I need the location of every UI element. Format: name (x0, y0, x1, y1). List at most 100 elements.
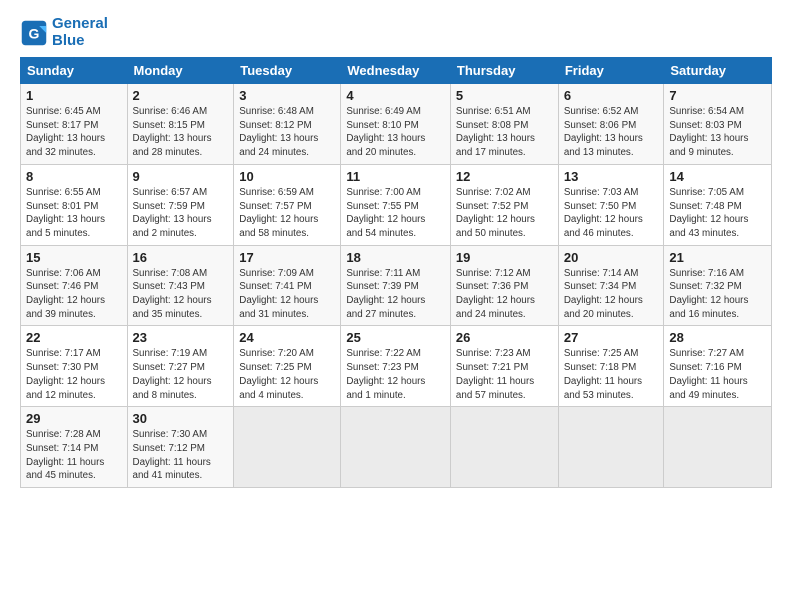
day-detail: Sunrise: 7:25 AM Sunset: 7:18 PM Dayligh… (564, 347, 659, 402)
day-number: 24 (239, 330, 335, 345)
day-number: 22 (26, 330, 122, 345)
calendar-cell: 25Sunrise: 7:22 AM Sunset: 7:23 PM Dayli… (341, 326, 451, 407)
dow-header: Monday (127, 58, 234, 84)
day-number: 19 (456, 250, 553, 265)
calendar-cell: 14 Sunrise: 7:05 AM Sunset: 7:48 PM Dayli… (664, 164, 772, 245)
day-number: 14 (669, 169, 766, 184)
day-detail: Sunrise: 7:20 AM Sunset: 7:25 PM Dayligh… (239, 347, 335, 402)
logo-text: General Blue (52, 16, 108, 49)
day-detail: Sunrise: 6:57 AM Sunset: 7:59 PM Dayligh… (133, 186, 229, 241)
calendar-cell: 2Sunrise: 6:46 AM Sunset: 8:15 PM Daylig… (127, 84, 234, 165)
day-number: 9 (133, 169, 229, 184)
day-number: 7 (669, 88, 766, 103)
dow-header: Thursday (450, 58, 558, 84)
day-number: 13 (564, 169, 659, 184)
calendar-cell: 9 Sunrise: 6:57 AM Sunset: 7:59 PM Daylig… (127, 164, 234, 245)
logo-icon: G (20, 19, 48, 47)
day-detail: Sunrise: 7:23 AM Sunset: 7:21 PM Dayligh… (456, 347, 553, 402)
day-detail: Sunrise: 6:59 AM Sunset: 7:57 PM Dayligh… (239, 186, 335, 241)
day-detail: Sunrise: 7:00 AM Sunset: 7:55 PM Dayligh… (346, 186, 445, 241)
day-detail: Sunrise: 7:09 AM Sunset: 7:41 PM Dayligh… (239, 267, 335, 322)
day-number: 28 (669, 330, 766, 345)
calendar-cell (450, 407, 558, 488)
calendar: SundayMondayTuesdayWednesdayThursdayFrid… (20, 57, 772, 488)
dow-header: Tuesday (234, 58, 341, 84)
day-detail: Sunrise: 7:11 AM Sunset: 7:39 PM Dayligh… (346, 267, 445, 322)
day-number: 6 (564, 88, 659, 103)
day-detail: Sunrise: 6:48 AM Sunset: 8:12 PM Dayligh… (239, 105, 335, 160)
calendar-week-row: 29 Sunrise: 7:28 AM Sunset: 7:14 PM Dayli… (21, 407, 772, 488)
calendar-cell: 27 Sunrise: 7:25 AM Sunset: 7:18 PM Dayli… (558, 326, 664, 407)
svg-text:G: G (29, 25, 40, 41)
calendar-week-row: 8 Sunrise: 6:55 AM Sunset: 8:01 PM Daylig… (21, 164, 772, 245)
calendar-cell: 13 Sunrise: 7:03 AM Sunset: 7:50 PM Dayli… (558, 164, 664, 245)
calendar-cell: 30Sunrise: 7:30 AM Sunset: 7:12 PM Dayli… (127, 407, 234, 488)
calendar-cell: 24 Sunrise: 7:20 AM Sunset: 7:25 PM Dayli… (234, 326, 341, 407)
day-number: 15 (26, 250, 122, 265)
calendar-cell (234, 407, 341, 488)
calendar-cell: 4 Sunrise: 6:49 AM Sunset: 8:10 PM Daylig… (341, 84, 451, 165)
day-number: 30 (133, 411, 229, 426)
day-detail: Sunrise: 7:28 AM Sunset: 7:14 PM Dayligh… (26, 428, 122, 483)
day-detail: Sunrise: 6:55 AM Sunset: 8:01 PM Dayligh… (26, 186, 122, 241)
day-number: 21 (669, 250, 766, 265)
calendar-cell: 22 Sunrise: 7:17 AM Sunset: 7:30 PM Dayli… (21, 326, 128, 407)
calendar-cell (558, 407, 664, 488)
day-number: 20 (564, 250, 659, 265)
day-detail: Sunrise: 7:27 AM Sunset: 7:16 PM Dayligh… (669, 347, 766, 402)
day-number: 27 (564, 330, 659, 345)
day-detail: Sunrise: 6:51 AM Sunset: 8:08 PM Dayligh… (456, 105, 553, 160)
day-detail: Sunrise: 7:06 AM Sunset: 7:46 PM Dayligh… (26, 267, 122, 322)
day-number: 4 (346, 88, 445, 103)
calendar-cell: 17 Sunrise: 7:09 AM Sunset: 7:41 PM Dayli… (234, 245, 341, 326)
calendar-week-row: 22 Sunrise: 7:17 AM Sunset: 7:30 PM Dayli… (21, 326, 772, 407)
calendar-cell: 12 Sunrise: 7:02 AM Sunset: 7:52 PM Dayli… (450, 164, 558, 245)
calendar-cell: 16Sunrise: 7:08 AM Sunset: 7:43 PM Dayli… (127, 245, 234, 326)
calendar-cell: 8 Sunrise: 6:55 AM Sunset: 8:01 PM Daylig… (21, 164, 128, 245)
days-of-week-row: SundayMondayTuesdayWednesdayThursdayFrid… (21, 58, 772, 84)
day-detail: Sunrise: 6:45 AM Sunset: 8:17 PM Dayligh… (26, 105, 122, 160)
day-detail: Sunrise: 7:17 AM Sunset: 7:30 PM Dayligh… (26, 347, 122, 402)
day-number: 17 (239, 250, 335, 265)
day-detail: Sunrise: 7:08 AM Sunset: 7:43 PM Dayligh… (133, 267, 229, 322)
calendar-cell: 6 Sunrise: 6:52 AM Sunset: 8:06 PM Daylig… (558, 84, 664, 165)
calendar-cell: 1Sunrise: 6:45 AM Sunset: 8:17 PM Daylig… (21, 84, 128, 165)
day-detail: Sunrise: 7:22 AM Sunset: 7:23 PM Dayligh… (346, 347, 445, 402)
day-detail: Sunrise: 6:49 AM Sunset: 8:10 PM Dayligh… (346, 105, 445, 160)
dow-header: Saturday (664, 58, 772, 84)
day-detail: Sunrise: 6:52 AM Sunset: 8:06 PM Dayligh… (564, 105, 659, 160)
calendar-cell: 18 Sunrise: 7:11 AM Sunset: 7:39 PM Dayli… (341, 245, 451, 326)
calendar-cell: 23Sunrise: 7:19 AM Sunset: 7:27 PM Dayli… (127, 326, 234, 407)
header: G General Blue (20, 16, 772, 49)
calendar-cell: 5 Sunrise: 6:51 AM Sunset: 8:08 PM Daylig… (450, 84, 558, 165)
day-number: 5 (456, 88, 553, 103)
day-number: 11 (346, 169, 445, 184)
dow-header: Wednesday (341, 58, 451, 84)
calendar-week-row: 15 Sunrise: 7:06 AM Sunset: 7:46 PM Dayli… (21, 245, 772, 326)
calendar-cell: 26Sunrise: 7:23 AM Sunset: 7:21 PM Dayli… (450, 326, 558, 407)
day-number: 12 (456, 169, 553, 184)
day-detail: Sunrise: 7:05 AM Sunset: 7:48 PM Dayligh… (669, 186, 766, 241)
calendar-cell: 7 Sunrise: 6:54 AM Sunset: 8:03 PM Daylig… (664, 84, 772, 165)
calendar-body: 1Sunrise: 6:45 AM Sunset: 8:17 PM Daylig… (21, 84, 772, 488)
day-number: 29 (26, 411, 122, 426)
calendar-cell: 19 Sunrise: 7:12 AM Sunset: 7:36 PM Dayli… (450, 245, 558, 326)
calendar-week-row: 1Sunrise: 6:45 AM Sunset: 8:17 PM Daylig… (21, 84, 772, 165)
calendar-cell: 11 Sunrise: 7:00 AM Sunset: 7:55 PM Dayli… (341, 164, 451, 245)
day-detail: Sunrise: 7:03 AM Sunset: 7:50 PM Dayligh… (564, 186, 659, 241)
day-detail: Sunrise: 7:12 AM Sunset: 7:36 PM Dayligh… (456, 267, 553, 322)
calendar-cell: 21 Sunrise: 7:16 AM Sunset: 7:32 PM Dayli… (664, 245, 772, 326)
day-number: 3 (239, 88, 335, 103)
day-detail: Sunrise: 6:54 AM Sunset: 8:03 PM Dayligh… (669, 105, 766, 160)
day-number: 23 (133, 330, 229, 345)
dow-header: Sunday (21, 58, 128, 84)
day-detail: Sunrise: 7:16 AM Sunset: 7:32 PM Dayligh… (669, 267, 766, 322)
calendar-cell: 28 Sunrise: 7:27 AM Sunset: 7:16 PM Dayli… (664, 326, 772, 407)
day-number: 8 (26, 169, 122, 184)
day-detail: Sunrise: 7:02 AM Sunset: 7:52 PM Dayligh… (456, 186, 553, 241)
day-number: 2 (133, 88, 229, 103)
calendar-cell: 10 Sunrise: 6:59 AM Sunset: 7:57 PM Dayli… (234, 164, 341, 245)
dow-header: Friday (558, 58, 664, 84)
day-number: 18 (346, 250, 445, 265)
day-number: 10 (239, 169, 335, 184)
